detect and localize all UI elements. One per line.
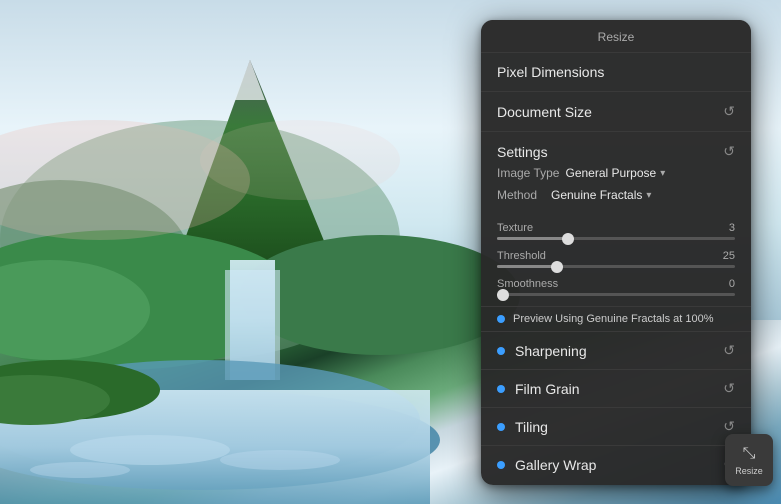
film-grain-dot xyxy=(497,385,505,393)
film-grain-label: Film Grain xyxy=(515,381,580,397)
settings-section[interactable]: Settings ↺ xyxy=(481,132,751,164)
preview-text: Preview Using Genuine Fractals at 100% xyxy=(513,313,714,325)
threshold-thumb[interactable] xyxy=(551,261,563,273)
sharpening-reset-icon[interactable]: ↺ xyxy=(723,342,735,359)
smoothness-value: 0 xyxy=(729,278,735,290)
texture-fill xyxy=(497,237,568,240)
texture-thumb[interactable] xyxy=(562,233,574,245)
tiling-reset-icon[interactable]: ↺ xyxy=(723,418,735,435)
sliders-section: Texture 3 Threshold 25 Smoothness 0 xyxy=(481,216,751,307)
pixel-dimensions-label: Pixel Dimensions xyxy=(497,64,604,80)
settings-reset-icon[interactable]: ↺ xyxy=(723,143,735,160)
threshold-label: Threshold xyxy=(497,250,546,262)
sharpening-item[interactable]: Sharpening ↺ xyxy=(481,332,751,370)
method-value-text: Genuine Fractals xyxy=(551,188,642,202)
document-size-label: Document Size xyxy=(497,104,592,120)
pixel-dimensions-section[interactable]: Pixel Dimensions xyxy=(481,53,751,92)
image-type-dropdown-icon: ▾ xyxy=(660,168,665,179)
gallery-wrap-dot xyxy=(497,461,505,469)
image-type-key: Image Type xyxy=(497,166,559,180)
threshold-fill xyxy=(497,265,557,268)
smoothness-label: Smoothness xyxy=(497,278,558,290)
sharpening-dot xyxy=(497,347,505,355)
tiling-label: Tiling xyxy=(515,419,548,435)
gallery-wrap-item[interactable]: Gallery Wrap ↺ xyxy=(481,446,751,483)
film-grain-left: Film Grain xyxy=(497,381,580,397)
resize-button-label: Resize xyxy=(735,466,763,476)
film-grain-reset-icon[interactable]: ↺ xyxy=(723,380,735,397)
method-dropdown-icon: ▾ xyxy=(646,190,651,201)
resize-button-icon: ⤡ xyxy=(743,445,756,463)
gallery-wrap-label: Gallery Wrap xyxy=(515,457,596,473)
tiling-left: Tiling xyxy=(497,419,548,435)
document-size-section[interactable]: Document Size ↺ xyxy=(481,92,751,132)
texture-label: Texture xyxy=(497,222,533,234)
texture-track xyxy=(497,237,735,240)
image-type-value-text: General Purpose xyxy=(565,166,656,180)
threshold-slider-row: Threshold 25 xyxy=(497,250,735,268)
smoothness-slider-row: Smoothness 0 xyxy=(497,278,735,296)
smoothness-thumb[interactable] xyxy=(497,289,509,301)
smoothness-track xyxy=(497,293,735,296)
threshold-value: 25 xyxy=(723,250,735,262)
gallery-wrap-left: Gallery Wrap xyxy=(497,457,596,473)
threshold-track xyxy=(497,265,735,268)
tiling-dot xyxy=(497,423,505,431)
method-value[interactable]: Genuine Fractals ▾ xyxy=(551,188,651,202)
document-size-reset-icon[interactable]: ↺ xyxy=(723,103,735,120)
method-key: Method xyxy=(497,188,545,202)
resize-panel: Resize Pixel Dimensions Document Size ↺ … xyxy=(481,20,751,485)
sharpening-label: Sharpening xyxy=(515,343,587,359)
image-type-row: Image Type General Purpose ▾ Method Genu… xyxy=(481,164,751,216)
panel-title: Resize xyxy=(481,20,751,53)
sharpening-left: Sharpening xyxy=(497,343,587,359)
film-grain-item[interactable]: Film Grain ↺ xyxy=(481,370,751,408)
panel-title-text: Resize xyxy=(598,30,635,44)
preview-row: Preview Using Genuine Fractals at 100% xyxy=(481,307,751,332)
texture-value: 3 xyxy=(729,222,735,234)
preview-dot xyxy=(497,315,505,323)
resize-button[interactable]: ⤡ Resize xyxy=(725,434,773,486)
image-type-value[interactable]: General Purpose ▾ xyxy=(565,166,665,180)
settings-label: Settings xyxy=(497,144,548,160)
tiling-item[interactable]: Tiling ↺ xyxy=(481,408,751,446)
texture-slider-row: Texture 3 xyxy=(497,222,735,240)
